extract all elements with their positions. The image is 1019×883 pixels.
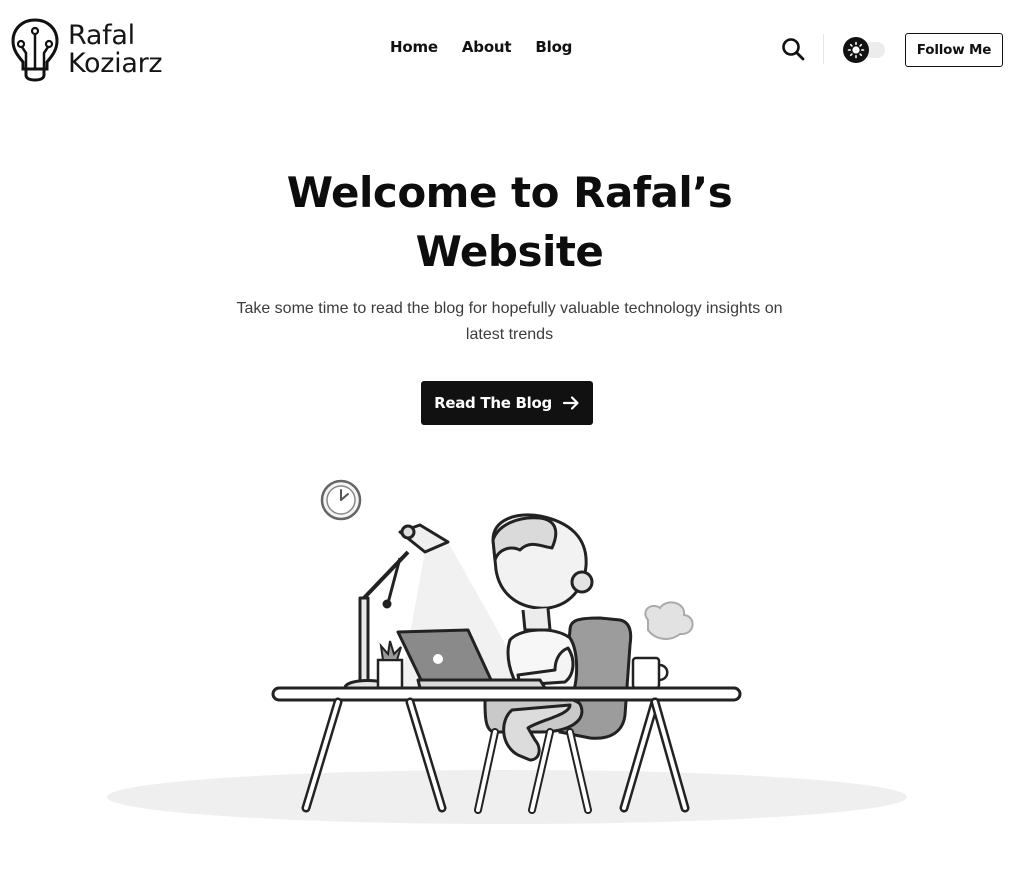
- brand-name: Rafal Koziarz: [68, 20, 163, 79]
- floor-shadow: [107, 770, 907, 824]
- search-button[interactable]: [780, 36, 806, 62]
- cta-label: Read The Blog: [434, 394, 552, 412]
- brand-name-first: Rafal: [68, 20, 135, 51]
- hero-illustration: [100, 470, 915, 830]
- arrow-right-icon: [562, 396, 579, 410]
- plant: [376, 640, 404, 690]
- search-icon: [782, 38, 805, 61]
- follow-me-button[interactable]: Follow Me: [905, 33, 1003, 67]
- nav-item-blog[interactable]: Blog: [535, 38, 572, 56]
- main-nav: Home About Blog: [390, 38, 596, 56]
- hero-subtitle: Take some time to read the blog for hope…: [236, 300, 783, 343]
- hero-title: Welcome to Rafal’s Website: [286, 168, 733, 276]
- read-the-blog-button[interactable]: Read The Blog: [421, 381, 593, 425]
- site-logo[interactable]: Rafal Koziarz: [10, 17, 163, 83]
- brand-name-last: Koziarz: [68, 48, 163, 79]
- clock-icon: [320, 479, 362, 521]
- nav-item-home[interactable]: Home: [390, 38, 438, 56]
- sun-icon: [847, 41, 865, 59]
- site-header: Rafal Koziarz Home About Blog Follow Me: [0, 0, 1019, 100]
- theme-toggle[interactable]: [843, 37, 886, 63]
- coffee-mug: [631, 601, 694, 690]
- lightbulb-circuit-icon: [10, 17, 60, 83]
- nav-item-about[interactable]: About: [462, 38, 512, 56]
- header-divider: [823, 34, 824, 64]
- toggle-knob: [843, 37, 869, 63]
